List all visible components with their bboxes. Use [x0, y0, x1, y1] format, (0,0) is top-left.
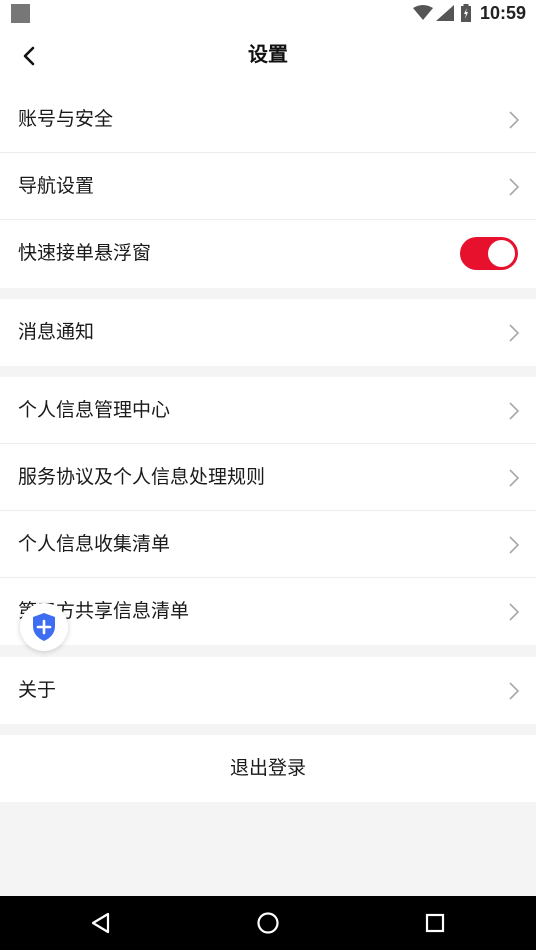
settings-group-account: 账号与安全 导航设置 快速接单悬浮窗 [0, 86, 536, 288]
circle-home-icon [257, 912, 279, 934]
logout-button[interactable]: 退出登录 [0, 735, 536, 802]
settings-item-label: 快速接单悬浮窗 [18, 242, 152, 264]
settings-item-info-collection-list[interactable]: 个人信息收集清单 [0, 511, 536, 578]
nav-recents-button[interactable] [418, 907, 452, 939]
nav-back-button[interactable] [84, 907, 118, 939]
signal-icon [435, 5, 454, 21]
status-bar: 10:59 [0, 0, 536, 26]
chevron-right-icon [509, 682, 520, 700]
floating-shield-button[interactable] [20, 603, 68, 651]
settings-item-label: 消息通知 [18, 321, 95, 343]
status-indicators: 10:59 [412, 0, 526, 26]
settings-item-personal-info-center[interactable]: 个人信息管理中心 [0, 377, 536, 444]
header: 设置 [0, 26, 536, 86]
notification-icon [11, 4, 30, 23]
page-title: 设置 [248, 42, 288, 66]
settings-item-service-agreement[interactable]: 服务协议及个人信息处理规则 [0, 444, 536, 511]
chevron-right-icon [509, 469, 520, 487]
settings-item-navigation[interactable]: 导航设置 [0, 153, 536, 220]
chevron-right-icon [509, 536, 520, 554]
settings-item-label: 个人信息收集清单 [18, 533, 171, 555]
chevron-right-icon [509, 402, 520, 420]
settings-group-notify: 消息通知 [0, 299, 536, 366]
shield-plus-icon [33, 613, 55, 641]
floating-window-toggle[interactable] [460, 237, 518, 270]
triangle-back-icon [91, 912, 110, 934]
system-nav-bar [0, 896, 536, 950]
settings-group-privacy: 个人信息管理中心 服务协议及个人信息处理规则 个人信息收集清单 第三方共享信息清… [0, 377, 536, 645]
settings-item-label: 账号与安全 [18, 108, 114, 130]
chevron-right-icon [509, 178, 520, 196]
toggle-knob [488, 240, 515, 267]
square-recents-icon [425, 913, 445, 933]
settings-item-account-security[interactable]: 账号与安全 [0, 86, 536, 153]
settings-item-label: 导航设置 [18, 175, 95, 197]
chevron-right-icon [509, 324, 520, 342]
settings-item-floating-window: 快速接单悬浮窗 [0, 220, 536, 287]
settings-item-about[interactable]: 关于 [0, 657, 536, 724]
wifi-icon [412, 5, 433, 20]
status-time: 10:59 [479, 2, 526, 23]
nav-home-button[interactable] [251, 907, 285, 939]
settings-item-third-party-sharing[interactable]: 第三方共享信息清单 [0, 578, 536, 645]
settings-item-label: 关于 [18, 679, 57, 701]
battery-icon [460, 4, 471, 22]
settings-item-label: 服务协议及个人信息处理规则 [18, 466, 266, 488]
settings-item-notifications[interactable]: 消息通知 [0, 299, 536, 366]
chevron-right-icon [509, 603, 520, 621]
settings-group-about: 关于 [0, 657, 536, 724]
chevron-right-icon [509, 111, 520, 129]
settings-item-label: 个人信息管理中心 [18, 399, 171, 421]
